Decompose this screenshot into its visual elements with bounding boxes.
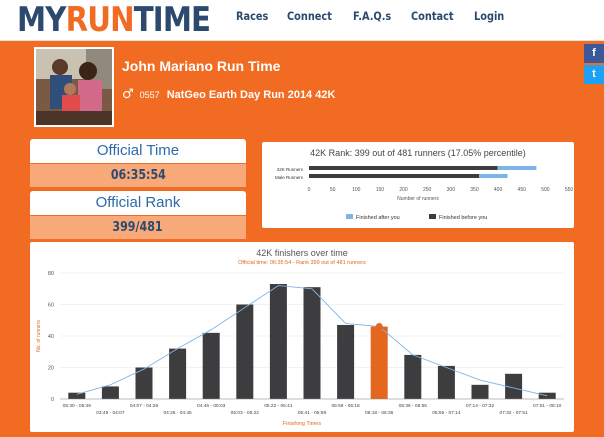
hist-x-tick-label: 06:18 - 06:36 bbox=[365, 410, 394, 416]
finishers-histogram: 42K finishers over time Official time: 0… bbox=[30, 242, 574, 432]
hist-y-tick-label: 60 bbox=[48, 303, 54, 309]
hist-bar bbox=[303, 287, 321, 399]
rank-x-tick-label: 250 bbox=[423, 187, 432, 193]
bib-number: 0557 bbox=[139, 89, 160, 100]
hist-y-tick-label: 0 bbox=[51, 397, 54, 403]
hist-bar bbox=[169, 348, 187, 399]
rank-chart-svg: 42K Runners Male Runners 0 50 100 150 200 250 30… bbox=[275, 166, 574, 221]
rank-x-tick-label: 350 bbox=[470, 187, 479, 193]
hist-x-tick-label: 05:03 - 05:22 bbox=[231, 410, 260, 416]
hist-bar bbox=[236, 304, 254, 399]
nav-faqs[interactable]: F.A.Q.s bbox=[353, 9, 391, 23]
hist-highlight-marker bbox=[375, 323, 383, 331]
hist-x-tick-label: 07:51 - 08:10 bbox=[533, 403, 562, 409]
rank-x-tick-label: 100 bbox=[352, 187, 361, 193]
race-name[interactable]: NatGeo Earth Day Run 2014 42K bbox=[167, 89, 336, 101]
rank-x-axis-label: Number of runners bbox=[397, 196, 439, 202]
rank-category-label: Male Runners bbox=[275, 175, 304, 180]
hist-bar bbox=[404, 354, 422, 399]
hist-x-tick-label: 03:49 - 04:07 bbox=[96, 410, 125, 416]
histogram-svg: 0 20 40 60 80 No. of runners 05:30 - 05:49 03:4… bbox=[36, 271, 564, 427]
nav-races[interactable]: Races bbox=[236, 9, 268, 23]
hist-x-tick-label: 06:55 - 07:14 bbox=[432, 410, 461, 416]
rank-bar-after bbox=[479, 174, 508, 178]
official-time-label: Official Time bbox=[30, 139, 246, 163]
rank-x-tick-label: 500 bbox=[541, 187, 550, 193]
runner-name: John Mariano Run Time bbox=[122, 58, 281, 74]
rank-category-label: 42K Runners bbox=[277, 167, 304, 172]
rank-x-tick-label: 200 bbox=[399, 187, 408, 193]
hist-x-tick-label: 05:41 - 05:59 bbox=[298, 410, 327, 416]
rank-x-tick-label: 450 bbox=[518, 187, 527, 193]
hist-bar bbox=[202, 332, 220, 399]
rank-x-tick-label: 150 bbox=[376, 187, 385, 193]
hist-x-tick-label: 05:30 - 05:49 bbox=[63, 403, 92, 409]
hist-bar bbox=[101, 386, 119, 399]
hist-x-tick-label: 05:59 - 06:18 bbox=[331, 403, 360, 409]
official-time-value: 06:35:54 bbox=[30, 164, 246, 187]
hist-bar bbox=[370, 326, 388, 399]
main-nav: Races Connect F.A.Q.s Contact Login bbox=[236, 9, 523, 23]
male-gender-icon: ♂ bbox=[122, 87, 134, 102]
legend-after-label: Finished after you bbox=[356, 215, 400, 221]
hist-x-axis-label: Finishing Times bbox=[283, 421, 321, 427]
hist-x-tick-label: 04:07 - 04:26 bbox=[130, 403, 159, 409]
header-bar: MYRUNTIME Races Connect F.A.Q.s Contact … bbox=[0, 0, 604, 41]
hist-x-tick-label: 05:22 - 05:41 bbox=[264, 403, 293, 409]
hist-x-tick-label: 04:45 - 05:03 bbox=[197, 403, 226, 409]
hist-x-tick-label: 06:36 - 06:55 bbox=[399, 403, 428, 409]
official-rank-label: Official Rank bbox=[30, 191, 246, 215]
site-logo[interactable]: MYRUNTIME bbox=[17, 1, 211, 39]
legend-after-swatch bbox=[346, 214, 353, 219]
hist-y-axis-label: No. of runners bbox=[36, 320, 42, 352]
rank-x-tick-label: 300 bbox=[447, 187, 456, 193]
nav-connect[interactable]: Connect bbox=[287, 9, 332, 23]
hist-bar bbox=[68, 392, 86, 399]
hist-bar bbox=[437, 365, 455, 399]
rank-x-tick-label: 550 bbox=[565, 187, 574, 193]
rank-bar-before bbox=[309, 166, 498, 170]
legend-before-label: Finished before you bbox=[439, 215, 487, 221]
rank-x-tick-label: 400 bbox=[494, 187, 503, 193]
hist-y-tick-label: 40 bbox=[48, 334, 54, 340]
hist-bar bbox=[337, 324, 355, 399]
runner-photo bbox=[34, 47, 114, 127]
official-rank-value: 399/481 bbox=[30, 216, 246, 239]
nav-contact[interactable]: Contact bbox=[411, 9, 454, 23]
hist-y-tick-label: 20 bbox=[48, 366, 54, 372]
hist-bar bbox=[269, 284, 287, 399]
nav-login[interactable]: Login bbox=[474, 9, 504, 23]
twitter-share-icon[interactable]: t bbox=[584, 65, 604, 84]
hist-y-tick-label: 80 bbox=[48, 271, 54, 277]
hist-x-tick-label: 07:14 - 07:32 bbox=[466, 403, 495, 409]
hist-x-tick-label: 07:32 - 07:51 bbox=[499, 410, 528, 416]
facebook-share-icon[interactable]: f bbox=[584, 44, 604, 63]
hist-x-tick-label: 04:26 - 04:45 bbox=[163, 410, 192, 416]
rank-chart: 42K Rank: 399 out of 481 runners (17.05%… bbox=[262, 142, 574, 228]
rank-bar-before bbox=[309, 174, 480, 178]
hist-bar bbox=[471, 384, 489, 399]
rank-x-tick-label: 0 bbox=[308, 187, 311, 193]
race-info: ♂ 0557 NatGeo Earth Day Run 2014 42K bbox=[122, 87, 335, 102]
rank-x-tick-label: 50 bbox=[330, 187, 336, 193]
rank-bar-after bbox=[497, 166, 537, 170]
legend-before-swatch bbox=[429, 214, 436, 219]
